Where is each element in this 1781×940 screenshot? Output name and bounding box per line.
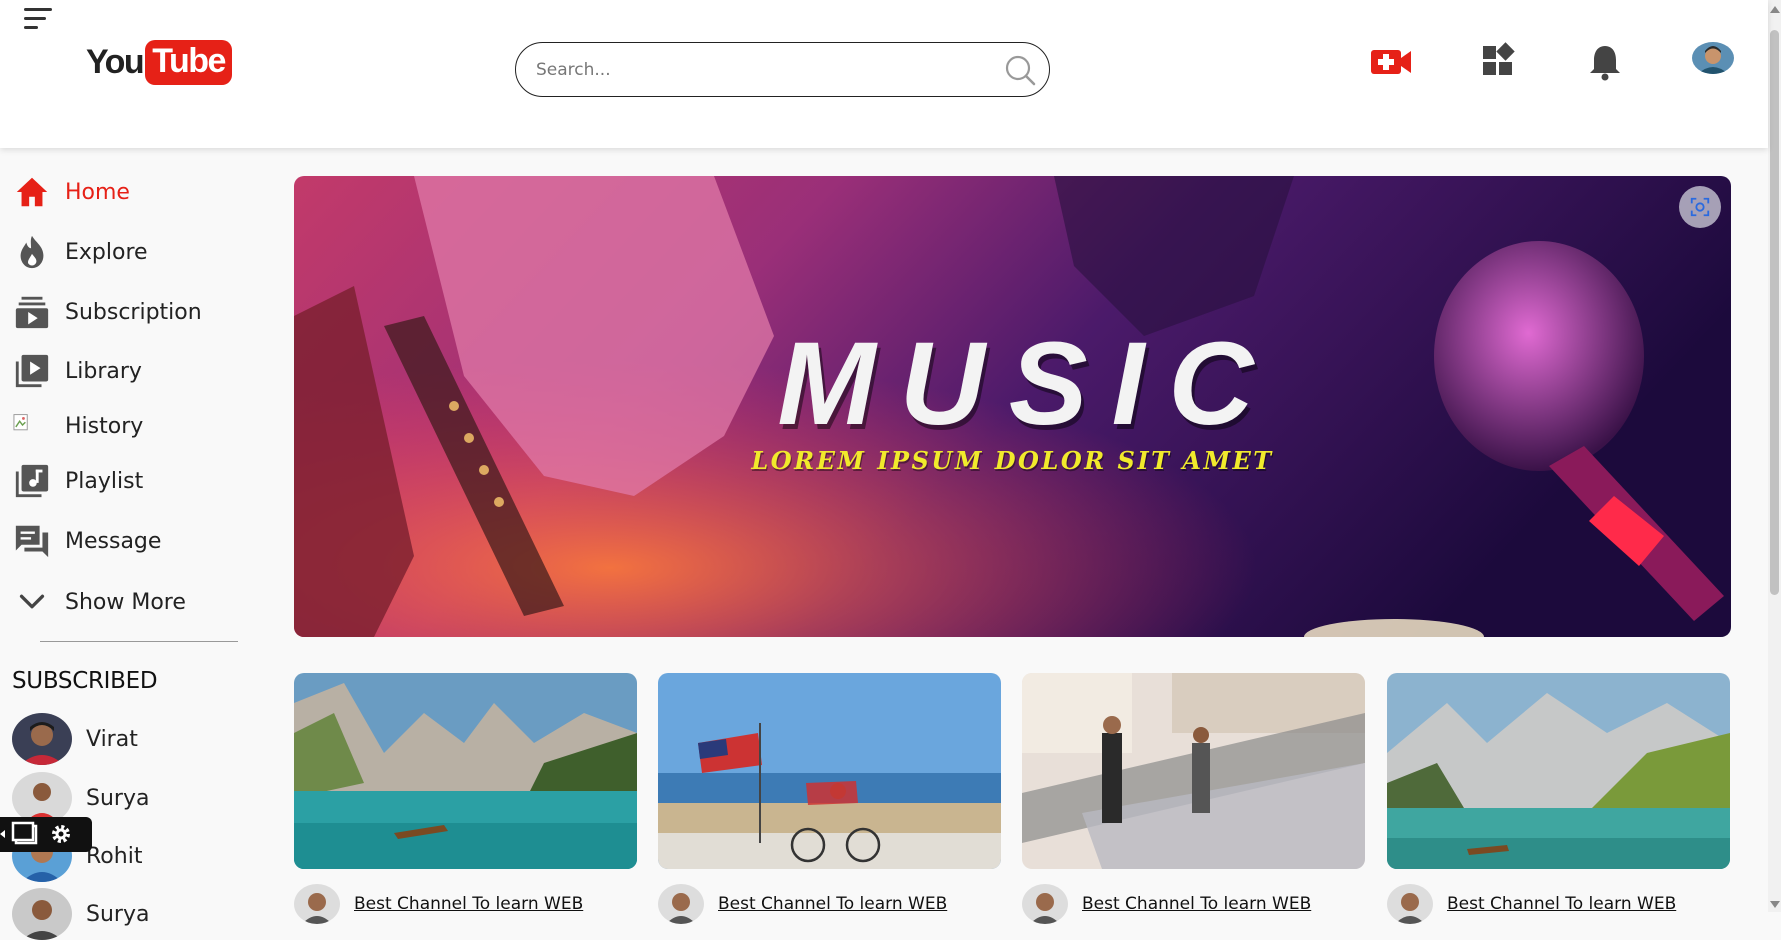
video-meta: Best Channel To learn WEB xyxy=(1387,884,1676,924)
subscription-name: Surya xyxy=(86,785,150,811)
sidebar-item-label: Message xyxy=(65,528,162,554)
subscription-item[interactable]: Virat xyxy=(12,713,242,765)
sidebar-item-label: Home xyxy=(65,179,130,205)
video-title-link[interactable]: Best Channel To learn WEB xyxy=(354,894,583,914)
lens-scan-button[interactable] xyxy=(1679,186,1721,228)
history-icon xyxy=(12,406,52,446)
video-meta: Best Channel To learn WEB xyxy=(294,884,583,924)
video-thumbnail[interactable] xyxy=(294,673,637,869)
avatar xyxy=(12,888,72,940)
logo-text-you: You xyxy=(86,43,145,81)
sidebar: Home Explore Subscription Library Histor… xyxy=(0,148,250,940)
video-card[interactable]: Best Channel To learn WEB xyxy=(658,673,1001,924)
video-thumbnail[interactable] xyxy=(1387,673,1730,869)
home-icon xyxy=(12,172,52,212)
subscription-item[interactable]: Surya xyxy=(12,888,242,940)
video-meta: Best Channel To learn WEB xyxy=(658,884,947,924)
sidebar-item-label: Playlist xyxy=(65,468,144,494)
user-avatar[interactable] xyxy=(1692,42,1734,74)
channel-avatar[interactable] xyxy=(1387,884,1433,924)
subscription-name: Rohit xyxy=(86,843,143,869)
sidebar-item-label: Library xyxy=(65,358,142,384)
sidebar-item-show-more[interactable]: Show More xyxy=(12,580,242,624)
subscribed-heading: SUBSCRIBED xyxy=(12,668,158,694)
banner-title: MUSIC xyxy=(777,318,1278,450)
library-icon xyxy=(12,351,52,391)
subscription-name: Surya xyxy=(86,901,150,927)
window-settings-icon[interactable] xyxy=(0,817,92,852)
sidebar-item-history[interactable]: History xyxy=(12,404,242,448)
apps-icon[interactable] xyxy=(1477,42,1521,82)
notifications-icon[interactable] xyxy=(1583,42,1627,82)
search-bar xyxy=(515,42,1050,97)
video-card[interactable]: Best Channel To learn WEB xyxy=(1022,673,1365,924)
subscription-name: Virat xyxy=(86,726,138,752)
video-title-link[interactable]: Best Channel To learn WEB xyxy=(1082,894,1311,914)
video-thumbnail[interactable] xyxy=(1022,673,1365,869)
message-icon xyxy=(12,521,52,561)
search-icon[interactable] xyxy=(1003,53,1037,87)
subscription-icon xyxy=(12,292,52,332)
sidebar-item-label: History xyxy=(65,413,144,439)
video-meta: Best Channel To learn WEB xyxy=(1022,884,1311,924)
sidebar-item-playlist[interactable]: Playlist xyxy=(12,459,242,503)
explore-icon xyxy=(12,232,52,272)
search-input[interactable] xyxy=(536,55,976,85)
video-title-link[interactable]: Best Channel To learn WEB xyxy=(1447,894,1676,914)
screenshot-scan-icon xyxy=(1690,197,1710,217)
page-scrollbar[interactable] xyxy=(1768,0,1781,912)
channel-avatar[interactable] xyxy=(658,884,704,924)
sidebar-item-label: Subscription xyxy=(65,299,202,325)
video-card[interactable]: Best Channel To learn WEB xyxy=(294,673,637,924)
floating-toolbar[interactable] xyxy=(0,817,92,852)
banner-subtitle: LOREM IPSUM DOLOR SIT AMET xyxy=(751,446,1274,475)
sidebar-item-home[interactable]: Home xyxy=(12,170,242,214)
sidebar-divider xyxy=(40,641,238,642)
video-thumbnail[interactable] xyxy=(658,673,1001,869)
logo-text-tube: Tube xyxy=(145,40,232,85)
sidebar-item-label: Explore xyxy=(65,239,148,265)
playlist-icon xyxy=(12,461,52,501)
scroll-down-arrow-icon[interactable] xyxy=(1770,901,1780,908)
sidebar-item-label: Show More xyxy=(65,589,186,615)
create-video-icon[interactable] xyxy=(1369,42,1413,82)
top-bar: You Tube xyxy=(0,0,1768,148)
video-title-link[interactable]: Best Channel To learn WEB xyxy=(718,894,947,914)
sidebar-item-subscription[interactable]: Subscription xyxy=(12,290,242,334)
chevron-down-icon xyxy=(12,582,52,622)
sidebar-item-library[interactable]: Library xyxy=(12,349,242,393)
youtube-logo[interactable]: You Tube xyxy=(86,40,232,85)
menu-icon[interactable] xyxy=(24,8,52,30)
channel-avatar[interactable] xyxy=(1022,884,1068,924)
avatar xyxy=(12,713,72,765)
video-card[interactable]: Best Channel To learn WEB xyxy=(1387,673,1730,924)
music-banner[interactable]: MUSIC LOREM IPSUM DOLOR SIT AMET xyxy=(294,176,1731,637)
channel-avatar[interactable] xyxy=(294,884,340,924)
scrollbar-thumb[interactable] xyxy=(1770,30,1779,595)
sidebar-item-explore[interactable]: Explore xyxy=(12,230,242,274)
scroll-up-arrow-icon[interactable] xyxy=(1770,6,1780,13)
sidebar-item-message[interactable]: Message xyxy=(12,519,242,563)
